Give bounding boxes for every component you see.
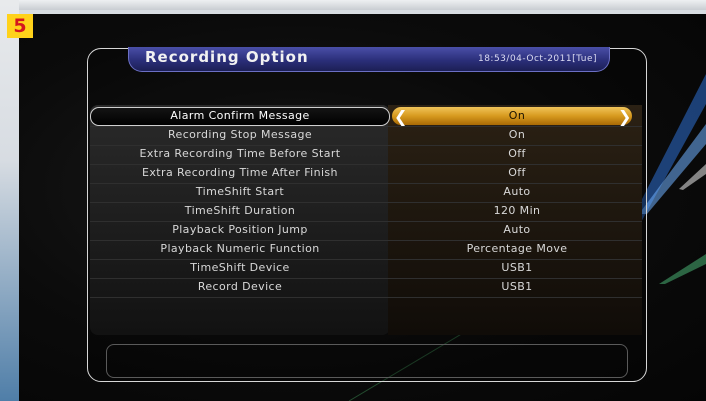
top-strip <box>0 0 706 10</box>
option-value[interactable]: 120 Min <box>390 204 644 217</box>
option-row-alarm-confirm-message[interactable]: ❮ Alarm Confirm Message On ❯ <box>90 107 642 127</box>
title-bar: Recording Option 18:53/04-Oct-2011[Tue] <box>128 47 610 72</box>
option-value[interactable]: On <box>390 109 644 122</box>
option-label: Alarm Confirm Message <box>170 109 310 122</box>
option-value[interactable]: Off <box>390 147 644 160</box>
option-row-timeshift-device[interactable]: TimeShift Device USB1 <box>90 259 642 279</box>
tv-screen: Recording Option 18:53/04-Oct-2011[Tue] … <box>19 14 706 401</box>
option-label: TimeShift Device <box>190 261 290 274</box>
option-row-playback-position-jump[interactable]: Playback Position Jump Auto <box>90 221 642 241</box>
option-value[interactable]: Auto <box>390 185 644 198</box>
option-row-extra-time-before-start[interactable]: Extra Recording Time Before Start Off <box>90 145 642 165</box>
option-row-timeshift-start[interactable]: TimeShift Start Auto <box>90 183 642 203</box>
option-label: Playback Numeric Function <box>160 242 320 255</box>
datetime-display: 18:53/04-Oct-2011[Tue] <box>477 54 597 64</box>
page-title: Recording Option <box>145 48 309 66</box>
option-label: Record Device <box>197 280 283 293</box>
option-row-recording-stop-message[interactable]: Recording Stop Message On <box>90 126 642 146</box>
chevron-right-icon[interactable]: ❯ <box>618 107 631 126</box>
option-value[interactable]: Off <box>390 166 644 179</box>
help-info-box <box>106 344 628 378</box>
step-badge: 5 <box>7 14 33 38</box>
chevron-left-icon[interactable]: ❮ <box>394 107 407 126</box>
option-row-playback-numeric-function[interactable]: Playback Numeric Function Percentage Mov… <box>90 240 642 260</box>
option-row-timeshift-duration[interactable]: TimeShift Duration 120 Min <box>90 202 642 222</box>
option-label: TimeShift Start <box>195 185 285 198</box>
recording-option-panel: Recording Option 18:53/04-Oct-2011[Tue] … <box>87 47 647 382</box>
option-label: Extra Recording Time After Finish <box>142 166 338 179</box>
option-value[interactable]: On <box>390 128 644 141</box>
option-value[interactable]: USB1 <box>390 261 644 274</box>
option-label: TimeShift Duration <box>184 204 296 217</box>
option-row-record-device[interactable]: Record Device USB1 <box>90 278 642 298</box>
option-row-extra-time-after-finish[interactable]: Extra Recording Time After Finish Off <box>90 164 642 184</box>
option-value[interactable]: Percentage Move <box>390 242 644 255</box>
option-label: Playback Position Jump <box>172 223 308 236</box>
option-label: Recording Stop Message <box>167 128 313 141</box>
left-strip <box>0 0 19 401</box>
option-value[interactable]: USB1 <box>390 280 644 293</box>
option-value[interactable]: Auto <box>390 223 644 236</box>
option-label: Extra Recording Time Before Start <box>139 147 341 160</box>
